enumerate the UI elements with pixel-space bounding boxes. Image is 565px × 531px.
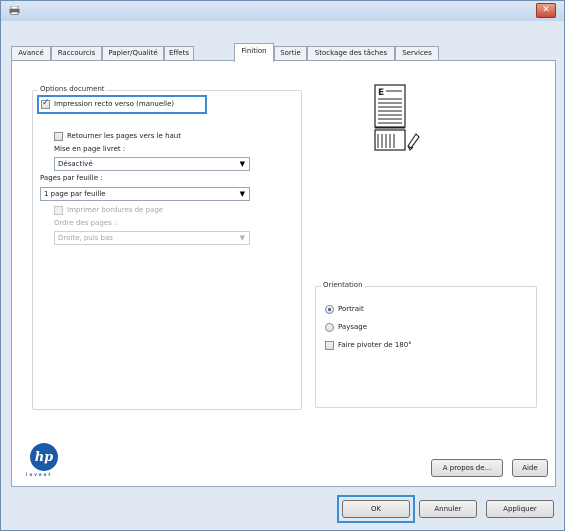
printer-properties-window: ✕ Avancé Raccourcis Papier/Qualité Effet… — [0, 0, 565, 531]
flip-pages-checkbox[interactable] — [54, 132, 63, 141]
chevron-down-icon: ▼ — [239, 160, 245, 168]
page-order-label: Ordre des pages : — [54, 219, 117, 227]
hp-logo: hp — [30, 443, 58, 471]
finition-panel: Options document Impression recto verso … — [11, 60, 556, 487]
page-order-value: Droite, puis bas — [58, 234, 113, 242]
about-button[interactable]: A propos de... — [431, 459, 503, 477]
pages-per-sheet-label: Pages par feuille : — [40, 174, 103, 182]
help-button[interactable]: Aide — [512, 459, 548, 477]
rotate-180-label: Faire pivoter de 180° — [338, 341, 412, 349]
chevron-down-icon: ▼ — [239, 234, 245, 242]
page-order-dropdown[interactable]: Droite, puis bas ▼ — [54, 231, 250, 245]
print-borders-checkbox[interactable] — [54, 206, 63, 215]
print-borders-label: Imprimer bordures de page — [67, 206, 164, 214]
tab-papier-qualite[interactable]: Papier/Qualité — [102, 46, 164, 61]
portrait-radio[interactable] — [325, 305, 334, 314]
paysage-label: Paysage — [338, 323, 368, 331]
tab-strip: Avancé Raccourcis Papier/Qualité Effets … — [11, 43, 556, 62]
duplex-highlight — [37, 95, 207, 114]
svg-text:hp: hp — [35, 450, 54, 465]
tab-services[interactable]: Services — [395, 46, 439, 61]
close-button[interactable]: ✕ — [536, 3, 556, 18]
booklet-label: Mise en page livret : — [54, 145, 126, 153]
duplex-document-icon: E — [369, 84, 423, 152]
tab-avance[interactable]: Avancé — [11, 46, 51, 61]
paysage-radio[interactable] — [325, 323, 334, 332]
tab-stockage-des-taches[interactable]: Stockage des tâches — [307, 46, 395, 61]
rotate-180-checkbox[interactable] — [325, 341, 334, 350]
pages-per-sheet-value: 1 page par feuille — [44, 190, 106, 198]
options-document-legend: Options document — [38, 85, 107, 93]
tab-raccourcis[interactable]: Raccourcis — [51, 46, 102, 61]
title-bar: ✕ — [1, 1, 564, 21]
booklet-dropdown[interactable]: Désactivé ▼ — [54, 157, 250, 171]
svg-text:E: E — [378, 88, 384, 98]
chevron-down-icon: ▼ — [239, 190, 245, 198]
hp-invent-text: invent — [26, 472, 53, 477]
ok-button-highlight — [337, 495, 415, 523]
booklet-value: Désactivé — [58, 160, 93, 168]
portrait-label: Portrait — [338, 305, 364, 313]
tab-effets[interactable]: Effets — [164, 46, 194, 61]
tab-sortie[interactable]: Sortie — [274, 46, 307, 61]
printer-icon — [9, 6, 20, 15]
apply-button[interactable]: Appliquer — [486, 500, 554, 518]
flip-pages-label: Retourner les pages vers le haut — [67, 132, 181, 140]
cancel-button[interactable]: Annuler — [419, 500, 477, 518]
tab-finition[interactable]: Finition — [234, 43, 274, 62]
pages-per-sheet-dropdown[interactable]: 1 page par feuille ▼ — [40, 187, 250, 201]
orientation-legend: Orientation — [321, 281, 365, 289]
